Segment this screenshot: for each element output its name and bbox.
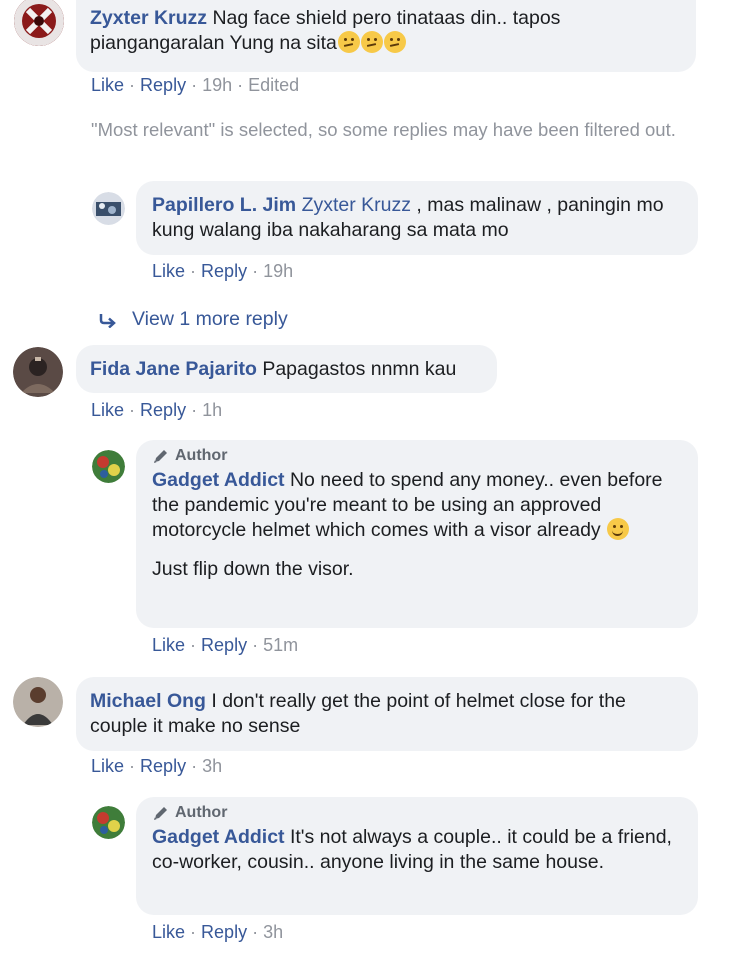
reply-arrow-icon — [99, 313, 116, 328]
reply-button[interactable]: Reply — [140, 75, 186, 95]
author-label: Author — [175, 804, 228, 821]
reply-button[interactable]: Reply — [201, 922, 247, 942]
timestamp[interactable]: 3h — [263, 922, 283, 942]
reply-actions: Like · Reply · 51m — [152, 635, 299, 655]
replier-name[interactable]: Papillero L. Jim — [152, 194, 296, 216]
thinking-face-emoji-icon — [360, 31, 383, 53]
timestamp[interactable]: 19h — [202, 75, 232, 95]
comment-actions: Like · Reply · 19h · Edited — [91, 75, 300, 95]
commenter-name[interactable]: Zyxter Kruzz — [90, 7, 207, 29]
comment-bubble: Fida Jane Pajarito Papagastos nnmn kau — [76, 345, 497, 393]
reply-actions: Like · Reply · 19h — [152, 261, 294, 281]
avatar[interactable] — [92, 192, 125, 225]
reply-text-secondary: Just flip down the visor. — [152, 558, 354, 580]
avatar[interactable] — [13, 347, 63, 397]
replier-name[interactable]: Gadget Addict — [152, 826, 285, 848]
avatar-image — [92, 450, 125, 483]
avatar[interactable] — [14, 0, 64, 46]
edited-label[interactable]: Edited — [248, 75, 299, 95]
avatar-image — [14, 0, 64, 46]
pencil-icon — [154, 807, 167, 820]
timestamp[interactable]: 1h — [202, 400, 222, 420]
comment-actions: Like · Reply · 1h — [91, 400, 223, 420]
like-button[interactable]: Like — [91, 756, 124, 776]
reply-button[interactable]: Reply — [140, 756, 186, 776]
commenter-name[interactable]: Michael Ong — [90, 690, 206, 712]
reply-button[interactable]: Reply — [201, 635, 247, 655]
avatar-image — [13, 677, 63, 727]
comment-actions: Like · Reply · 3h — [91, 756, 223, 776]
comment-text: Papagastos nnmn kau — [262, 358, 457, 380]
reply-bubble: Author Gadget Addict It's not always a c… — [136, 797, 698, 915]
like-button[interactable]: Like — [91, 75, 124, 95]
avatar-image — [92, 192, 125, 225]
author-badge: Author — [152, 446, 682, 466]
replier-name[interactable]: Gadget Addict — [152, 469, 285, 491]
comment-bubble: Michael Ong I don't really get the point… — [76, 677, 698, 751]
avatar-image — [92, 806, 125, 839]
like-button[interactable]: Like — [91, 400, 124, 420]
reply-button[interactable]: Reply — [201, 261, 247, 281]
view-more-replies-link[interactable]: View 1 more reply — [98, 308, 288, 331]
mention-tag[interactable]: Zyxter Kruzz — [302, 194, 411, 216]
timestamp[interactable]: 3h — [202, 756, 222, 776]
reply-actions: Like · Reply · 3h — [152, 922, 284, 942]
reply-bubble: Papillero L. Jim Zyxter Kruzz , mas mali… — [136, 181, 698, 255]
avatar[interactable] — [92, 806, 125, 839]
author-badge: Author — [152, 803, 682, 823]
thinking-face-emoji-icon — [337, 31, 360, 53]
avatar-image — [13, 347, 63, 397]
timestamp[interactable]: 19h — [263, 261, 293, 281]
view-more-label: View 1 more reply — [132, 308, 288, 330]
smiling-face-emoji-icon — [607, 518, 630, 540]
avatar[interactable] — [92, 450, 125, 483]
like-button[interactable]: Like — [152, 635, 185, 655]
reply-bubble: Author Gadget Addict No need to spend an… — [136, 440, 698, 628]
author-label: Author — [175, 447, 228, 464]
avatar[interactable] — [13, 677, 63, 727]
like-button[interactable]: Like — [152, 261, 185, 281]
comment-bubble: Zyxter Kruzz Nag face shield pero tinata… — [76, 0, 696, 72]
like-button[interactable]: Like — [152, 922, 185, 942]
filter-notice: "Most relevant" is selected, so some rep… — [91, 119, 676, 140]
thinking-face-emoji-icon — [383, 31, 406, 53]
timestamp[interactable]: 51m — [263, 635, 298, 655]
reply-button[interactable]: Reply — [140, 400, 186, 420]
commenter-name[interactable]: Fida Jane Pajarito — [90, 358, 257, 380]
pencil-icon — [154, 450, 167, 463]
